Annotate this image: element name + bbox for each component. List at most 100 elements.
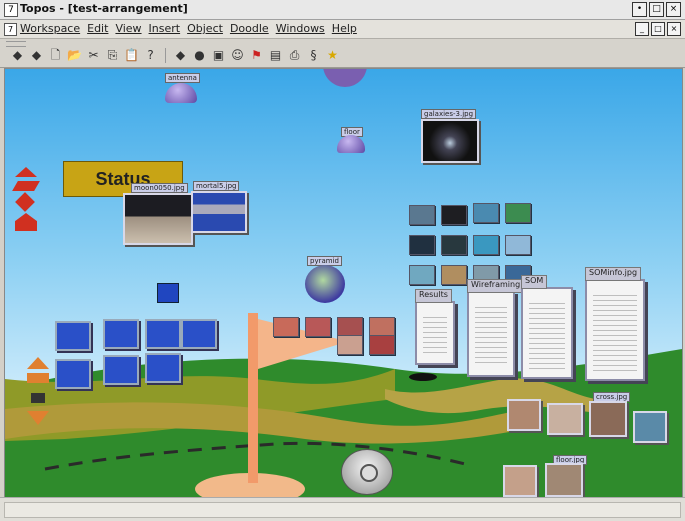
house-icon[interactable] [15,213,37,231]
toolbar-separator [165,48,166,63]
menu-help[interactable]: Help [332,22,357,35]
document-results-label: Results [415,289,452,303]
photo-tile-large[interactable] [503,465,537,497]
close-button[interactable]: × [666,2,681,17]
document-wireframing[interactable]: Wireframing [467,279,525,377]
flag-icon[interactable]: ⚑ [249,48,264,63]
document-text-lines [529,299,565,369]
mortal-photo[interactable] [191,191,247,233]
doc-close-button[interactable]: × [667,22,681,36]
thumb-tile[interactable] [473,235,499,255]
tilt-icon[interactable] [12,181,40,191]
box-icon[interactable]: ▣ [211,48,226,63]
toolbar-grip[interactable] [6,41,26,47]
new-icon[interactable]: 🗋 [48,48,63,63]
up-arrow-icon[interactable] [15,167,37,177]
forward-icon[interactable]: ◆ [29,48,44,63]
moon-photo[interactable] [123,193,193,245]
document-text-lines [423,313,447,355]
flag-pole[interactable] [248,313,258,483]
pile-tile[interactable] [55,359,91,389]
thumb-tile[interactable] [409,235,435,255]
window-title: Topos - [test-arrangement] [20,2,188,15]
menu-list: Workspace Edit View Insert Object Doodle… [20,22,357,35]
pile-tile[interactable] [145,319,181,349]
photo-tile-large[interactable] [633,411,667,443]
thumb-tile[interactable] [441,265,467,285]
menu-edit[interactable]: Edit [87,22,108,35]
thumb-tile[interactable] [409,265,435,285]
document-icon[interactable]: 7 [4,23,17,36]
thumb-tile[interactable] [473,203,499,223]
copy-icon[interactable]: ⎘ [105,48,120,63]
title-bar: 7 Topos - [test-arrangement] • □ × [0,0,685,20]
pile-tile[interactable] [145,353,181,383]
photo-tile[interactable] [273,317,299,337]
document-results[interactable]: Results [415,289,455,365]
menu-windows[interactable]: Windows [276,22,325,35]
photo-tile[interactable] [369,335,395,355]
document-sominfo-label: SOMinfo.jpg [585,267,642,281]
doc-restore-button[interactable]: □ [651,22,665,36]
workspace-3d-view[interactable]: antenna floor pyramid galaxies-3.jpg Sta… [4,68,683,498]
zoom-box-icon[interactable] [31,393,45,403]
small-blue-box[interactable] [157,283,179,303]
menu-doodle[interactable]: Doodle [230,22,269,35]
photo-tile-large[interactable] [589,401,627,437]
star-icon[interactable]: ★ [325,48,340,63]
app-icon: 7 [4,3,18,17]
back-icon[interactable]: ◆ [10,48,25,63]
doc-minimize-button[interactable]: _ [635,22,649,36]
photo-tile[interactable] [369,317,395,337]
navigation-dial-knob-icon [360,464,378,482]
photo-tile[interactable] [337,317,363,337]
print-icon[interactable]: ⎙ [287,48,302,63]
person-icon[interactable]: ☺ [230,48,245,63]
photo-tile[interactable] [305,317,331,337]
menu-bar: 7 Workspace Edit View Insert Object Dood… [0,20,685,39]
minimize-button[interactable]: • [632,2,647,17]
photo-tile-large[interactable] [545,463,583,497]
pile-tile[interactable] [103,355,139,385]
menu-object[interactable]: Object [187,22,223,35]
document-text-lines [593,291,637,371]
cut-icon[interactable]: ✂ [86,48,101,63]
galaxy-label: galaxies-3.jpg [421,109,477,119]
rotate-left-icon[interactable]: ◆ [173,48,188,63]
thumb-tile[interactable] [505,203,531,223]
zoom-down-icon[interactable] [27,411,49,425]
galaxy-image[interactable] [421,119,479,163]
photo-tile-large[interactable] [547,403,583,435]
open-icon[interactable]: 📂 [67,48,82,63]
zoom-level-icon[interactable] [27,373,49,383]
menu-workspace[interactable]: Workspace [20,22,80,35]
clip-icon[interactable]: § [306,48,321,63]
zoom-up-icon[interactable] [27,357,49,369]
document-text-lines [475,303,507,367]
menu-insert[interactable]: Insert [149,22,181,35]
menu-view[interactable]: View [115,22,141,35]
thumb-tile[interactable] [409,205,435,225]
document-som[interactable]: SOM [521,275,573,379]
globe-icon[interactable]: ● [192,48,207,63]
pile-tile[interactable] [181,319,217,349]
paste-icon[interactable]: 📋 [124,48,139,63]
navigation-dial[interactable] [341,449,393,495]
document-som-label: SOM [521,275,548,289]
maximize-button[interactable]: □ [649,2,664,17]
document-sominfo[interactable]: SOMinfo.jpg [585,267,645,381]
pile-tile[interactable] [55,321,91,351]
diamond-icon[interactable] [15,192,35,212]
center-sphere-object[interactable] [305,265,345,303]
status-bar [0,497,685,521]
thumb-tile[interactable] [441,235,467,255]
photo-tile-large[interactable] [507,399,541,431]
thumb-tile[interactable] [441,205,467,225]
document-icon[interactable]: ▤ [268,48,283,63]
thumb-tile[interactable] [505,235,531,255]
photo-tile[interactable] [337,335,363,355]
status-message-area [4,502,681,518]
document-window-controls: _ □ × [635,22,681,36]
help-icon[interactable]: ? [143,48,158,63]
pile-tile[interactable] [103,319,139,349]
